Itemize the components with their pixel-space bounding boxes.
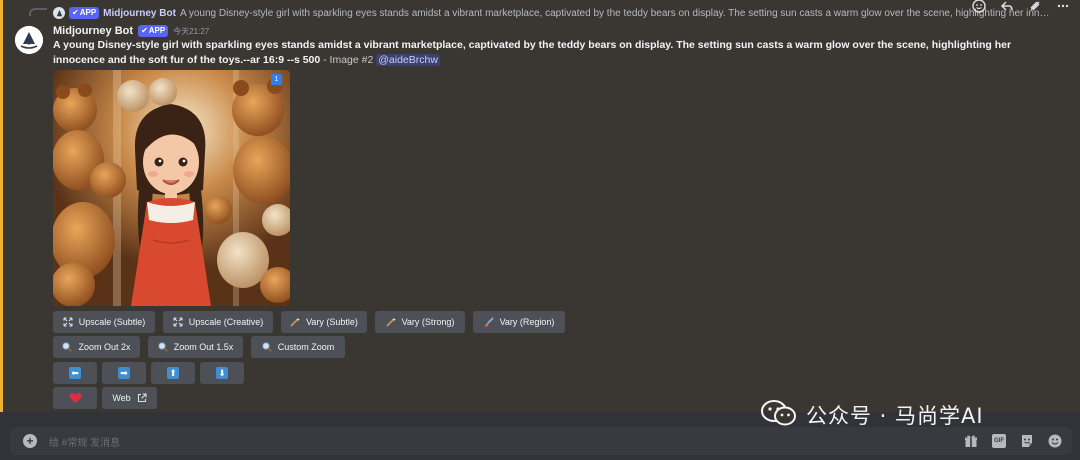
- reply-preview[interactable]: ✔ APP Midjourney Bot A young Disney-style…: [53, 5, 1053, 21]
- zoom-out-1-5x-label: Zoom Out 1.5x: [173, 342, 234, 352]
- brush-icon: [484, 317, 494, 327]
- vary-strong-label: Vary (Strong): [401, 317, 455, 327]
- bot-avatar[interactable]: [15, 26, 43, 54]
- web-link-label: Web: [112, 393, 131, 403]
- highlighted-message: ✔ APP Midjourney Bot A young Disney-style…: [0, 0, 1080, 412]
- upscale-icon: [173, 317, 183, 327]
- favorite-button[interactable]: [53, 387, 97, 409]
- upscale-creative-label: Upscale (Creative): [188, 317, 264, 327]
- arrow-down-icon: ⬇: [216, 367, 228, 379]
- message-author[interactable]: Midjourney Bot: [53, 25, 133, 37]
- sticker-icon[interactable]: [1020, 434, 1034, 448]
- zoom-out-2x-label: Zoom Out 2x: [78, 342, 131, 352]
- vary-region-button[interactable]: Vary (Region): [473, 311, 565, 333]
- add-attachment-icon[interactable]: +: [23, 434, 37, 448]
- message-content: A young Disney-style girl with sparkling…: [53, 38, 1043, 68]
- reply-connector: [29, 8, 47, 16]
- arrow-left-icon: ⬅: [69, 367, 81, 379]
- image-index: - Image #2: [320, 54, 377, 66]
- magic-wand-icon: [385, 317, 396, 327]
- prompt-text: A young Disney-style girl with sparkling…: [53, 39, 1012, 66]
- vary-strong-button[interactable]: Vary (Strong): [375, 311, 465, 333]
- external-link-icon: [137, 393, 147, 403]
- vary-subtle-button[interactable]: Vary (Subtle): [281, 311, 367, 333]
- pan-right-button[interactable]: ➡: [102, 362, 146, 384]
- app-badge: ✔ APP: [138, 25, 169, 37]
- message-timestamp: 今天21:27: [173, 26, 210, 36]
- zoom-row: Zoom Out 2x Zoom Out 1.5x Custom Zoom: [53, 336, 345, 358]
- message-header: Midjourney Bot ✔ APP 今天21:27: [53, 24, 209, 38]
- composer-placeholder[interactable]: 给 #常规 发消息: [49, 434, 120, 449]
- upscale-subtle-button[interactable]: Upscale (Subtle): [53, 311, 155, 333]
- vary-subtle-label: Vary (Subtle): [306, 317, 358, 327]
- gift-icon[interactable]: [964, 434, 978, 448]
- watermark-text: 公众号 · 马尚学AI: [806, 404, 984, 428]
- custom-zoom-button[interactable]: Custom Zoom: [251, 336, 345, 358]
- pan-row: ⬅ ➡ ⬆ ⬇: [53, 362, 244, 384]
- magic-wand-icon: [290, 317, 301, 327]
- magnifier-icon: [158, 342, 168, 352]
- image-corner-badge[interactable]: 1: [271, 74, 282, 85]
- reply-app-badge: ✔ APP: [69, 7, 100, 19]
- add-reaction-icon[interactable]: [972, 0, 986, 13]
- reply-icon[interactable]: [1000, 0, 1014, 13]
- more-options-icon[interactable]: [1056, 0, 1070, 13]
- reply-author[interactable]: Midjourney Bot: [103, 8, 176, 19]
- reply-text[interactable]: A young Disney-style girl with sparkling…: [180, 8, 1053, 19]
- magnifier-icon: [62, 342, 73, 352]
- arrow-up-icon: ⬆: [167, 367, 179, 379]
- apps-icon[interactable]: [1028, 0, 1042, 13]
- custom-zoom-label: Custom Zoom: [277, 342, 335, 352]
- upscale-subtle-label: Upscale (Subtle): [78, 317, 146, 327]
- user-mention[interactable]: @aideBrchw: [376, 54, 440, 66]
- emoji-icon[interactable]: [1048, 434, 1062, 448]
- message-composer[interactable]: + 给 #常规 发消息 GIF: [10, 427, 1072, 455]
- arrow-right-icon: ➡: [118, 367, 130, 379]
- web-link-button[interactable]: Web: [102, 387, 157, 409]
- reply-avatar: [53, 7, 65, 19]
- heart-icon: [68, 392, 82, 404]
- upscale-vary-row: Upscale (Subtle) Upscale (Creative) Vary…: [53, 311, 565, 333]
- generated-image[interactable]: 1: [53, 70, 290, 306]
- composer-tools: GIF: [964, 434, 1062, 448]
- pan-left-button[interactable]: ⬅: [53, 362, 97, 384]
- pan-up-button[interactable]: ⬆: [151, 362, 195, 384]
- extra-row: Web: [53, 387, 157, 409]
- gif-icon[interactable]: GIF: [992, 434, 1006, 448]
- zoom-out-1-5x-button[interactable]: Zoom Out 1.5x: [148, 336, 243, 358]
- pan-down-button[interactable]: ⬇: [200, 362, 244, 384]
- vary-region-label: Vary (Region): [499, 317, 555, 327]
- upscale-creative-button[interactable]: Upscale (Creative): [163, 311, 273, 333]
- zoom-out-2x-button[interactable]: Zoom Out 2x: [53, 336, 140, 358]
- magnifier-icon: [262, 342, 272, 352]
- message-hover-toolbar: [972, 0, 1070, 14]
- upscale-icon: [63, 317, 73, 327]
